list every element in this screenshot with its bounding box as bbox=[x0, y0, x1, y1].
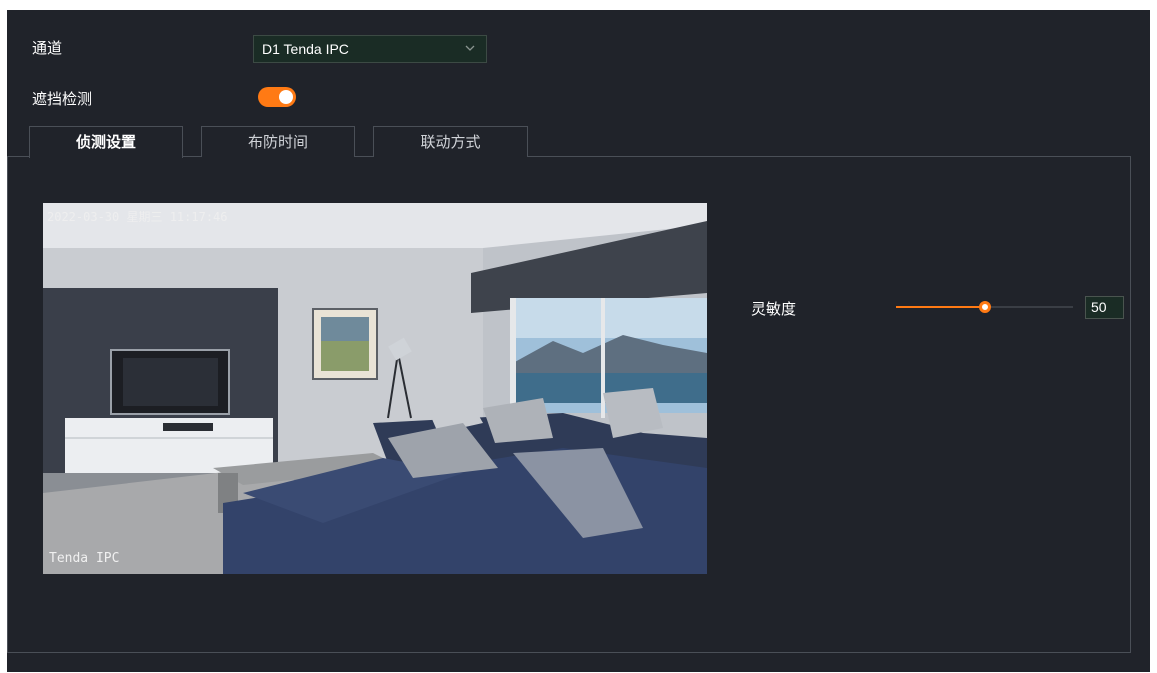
chevron-down-icon bbox=[465, 45, 475, 51]
camera-preview-image bbox=[43, 203, 707, 574]
toggle-knob bbox=[279, 90, 293, 104]
tab-linkage-method[interactable]: 联动方式 bbox=[373, 126, 528, 157]
sensitivity-slider-fill bbox=[896, 306, 985, 308]
occlusion-detection-label: 遮挡检测 bbox=[32, 90, 93, 108]
tab-detection-settings[interactable]: 侦测设置 bbox=[29, 126, 183, 158]
channel-label: 通道 bbox=[32, 39, 63, 57]
camera-preview[interactable]: 2022-03-30 星期三 11:17:46 Tenda IPC bbox=[43, 203, 707, 574]
occlusion-detection-toggle[interactable] bbox=[258, 87, 296, 107]
channel-select[interactable]: D1 Tenda IPC bbox=[253, 35, 487, 63]
sensitivity-value-input[interactable]: 50 bbox=[1085, 296, 1124, 319]
channel-select-value: D1 Tenda IPC bbox=[262, 41, 349, 57]
sensitivity-label: 灵敏度 bbox=[751, 300, 797, 318]
tab-arming-schedule[interactable]: 布防时间 bbox=[201, 126, 355, 157]
video-timestamp: 2022-03-30 星期三 11:17:46 bbox=[47, 210, 228, 224]
sensitivity-slider-thumb[interactable] bbox=[978, 301, 991, 313]
video-watermark: Tenda IPC bbox=[49, 551, 120, 566]
